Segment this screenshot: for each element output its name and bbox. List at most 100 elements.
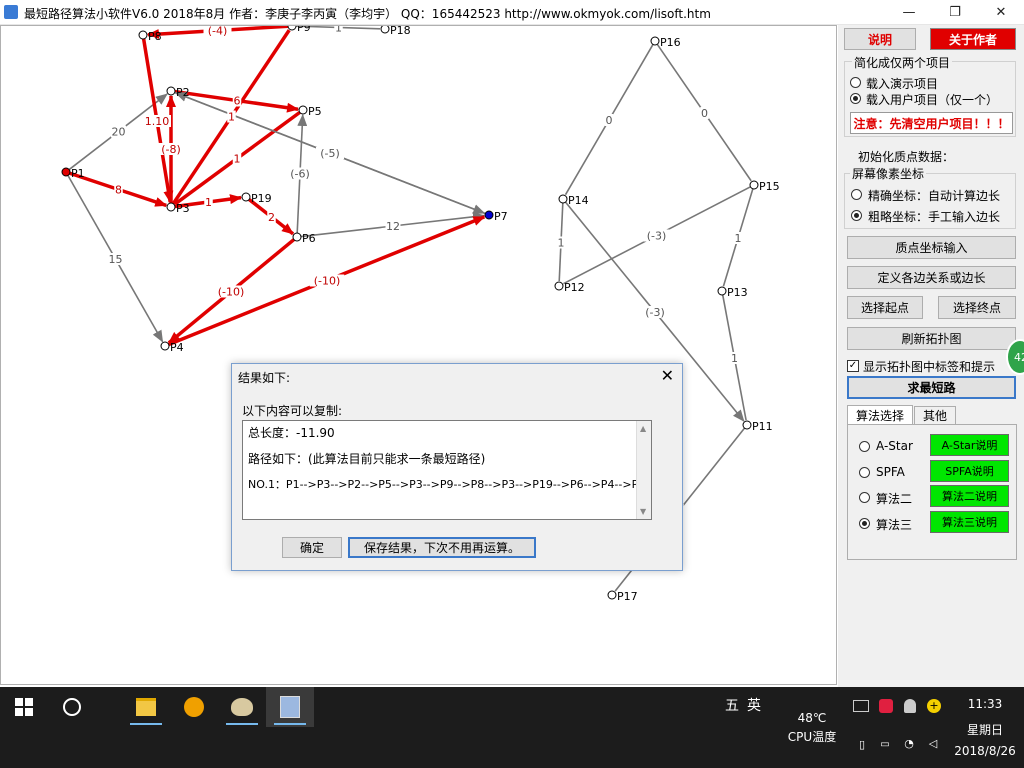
- node-P6[interactable]: [292, 232, 302, 242]
- scroll-up-icon[interactable]: ▲: [640, 424, 646, 433]
- node-P12[interactable]: [554, 281, 564, 291]
- ime-mode[interactable]: 五: [722, 695, 742, 715]
- select-end-button[interactable]: 选择终点: [938, 296, 1016, 319]
- tray-plus-icon[interactable]: +: [925, 697, 943, 715]
- tray-usb-icon[interactable]: ▯: [855, 737, 869, 751]
- tray-wifi-icon[interactable]: ◔: [900, 735, 918, 751]
- radio-astar[interactable]: [859, 441, 870, 452]
- edge-label-P3-P9: 1: [228, 111, 235, 124]
- edge-label-P6-P7: 12: [386, 220, 400, 233]
- node-label-P4: P4: [170, 341, 184, 354]
- define-edges-button[interactable]: 定义各边关系或边长: [847, 266, 1016, 289]
- about-author-button[interactable]: 关于作者: [930, 28, 1016, 50]
- node-label-P11: P11: [752, 420, 773, 433]
- node-P1[interactable]: [61, 167, 71, 177]
- ime-language[interactable]: 英: [744, 695, 764, 715]
- taskbar-uc-app[interactable]: [170, 687, 218, 727]
- radio-algo-3-label: 算法三: [876, 518, 913, 532]
- clock-time[interactable]: 11:33: [950, 697, 1020, 711]
- node-P7[interactable]: [484, 210, 494, 220]
- node-label-P14: P14: [568, 194, 589, 207]
- tray-red-app-icon[interactable]: [877, 697, 895, 715]
- node-P14[interactable]: [558, 194, 568, 204]
- edge-label-P9-P18: 1: [335, 26, 342, 35]
- notification-badge[interactable]: 42: [1006, 339, 1024, 375]
- edge-label-P19-P6: 2: [268, 211, 275, 224]
- node-P5[interactable]: [298, 105, 308, 115]
- tray-mail-icon[interactable]: [852, 699, 870, 713]
- coord-input-button[interactable]: 质点坐标输入: [847, 236, 1016, 259]
- clock-weekday[interactable]: 星期日: [950, 721, 1020, 738]
- save-result-button[interactable]: 保存结果，下次不用再运算。: [348, 537, 536, 558]
- minimize-button[interactable]: —: [886, 0, 932, 24]
- edge-label-P16-P14: 0: [606, 114, 613, 127]
- restore-button[interactable]: ❐: [932, 0, 978, 24]
- radio-algo-2[interactable]: [859, 492, 870, 503]
- dialog-close-icon[interactable]: ✕: [661, 366, 674, 385]
- node-P4[interactable]: [160, 341, 170, 351]
- taskbar-paint-app[interactable]: [218, 687, 266, 727]
- radio-precise[interactable]: [851, 189, 862, 200]
- help-button[interactable]: 说明: [844, 28, 916, 50]
- node-P13[interactable]: [717, 286, 727, 296]
- radio-spfa[interactable]: [859, 467, 870, 478]
- tray-battery-icon[interactable]: ▭: [876, 737, 894, 751]
- edge-label-P13-P11: 1: [731, 352, 738, 365]
- edge-label-P3-P2: (-8): [161, 143, 181, 156]
- node-P19[interactable]: [241, 192, 251, 202]
- node-P9[interactable]: [287, 26, 297, 31]
- node-P18[interactable]: [380, 26, 390, 34]
- paint-palette-icon: [231, 698, 253, 716]
- show-labels-checkbox[interactable]: ✓: [847, 360, 859, 372]
- tray-volume-icon[interactable]: ◁: [924, 735, 942, 751]
- edge-label-P14-P12: 1: [558, 237, 565, 250]
- search-circle-icon: [63, 698, 81, 716]
- spfa-help-button[interactable]: SPFA说明: [930, 460, 1009, 482]
- algo-2-help-button[interactable]: 算法二说明: [930, 485, 1009, 507]
- radio-demo[interactable]: [850, 77, 861, 88]
- select-start-button[interactable]: 选择起点: [847, 296, 923, 319]
- tab-algorithm[interactable]: 算法选择: [847, 405, 913, 425]
- topology-canvas[interactable]: 20158(-8)1.10611(-4)112(-6)1210(-5)(-10)…: [0, 25, 837, 685]
- clock-date[interactable]: 2018/8/26: [950, 744, 1020, 758]
- radio-rough-label: 粗略坐标：手工输入边长: [868, 210, 1001, 224]
- edge-label-P8-P3: 1.10: [145, 115, 170, 128]
- solve-shortest-path-button[interactable]: 求最短路: [847, 376, 1016, 399]
- total-length: 总长度：-11.90: [248, 426, 335, 440]
- algo-3-help-button[interactable]: 算法三说明: [930, 511, 1009, 533]
- tab-other[interactable]: 其他: [914, 406, 956, 425]
- radio-algo-3[interactable]: [859, 518, 870, 529]
- radio-user[interactable]: [850, 93, 861, 104]
- search-button[interactable]: [48, 687, 96, 727]
- taskbar-shortest-path-app[interactable]: [266, 687, 314, 727]
- taskbar-file-explorer[interactable]: [122, 687, 170, 727]
- windows-icon: [15, 698, 33, 716]
- simplify-group-title: 简化成仅两个项目: [852, 54, 953, 71]
- control-panel: 说明 关于作者 简化成仅两个项目 载入演示项目 载入用户项目（仅一个） 注意：先…: [838, 25, 1024, 687]
- edge-label-P1-P2: 20: [112, 126, 126, 139]
- radio-spfa-label: SPFA: [876, 465, 905, 479]
- close-button[interactable]: ✕: [978, 0, 1024, 24]
- scroll-down-icon[interactable]: ▼: [640, 507, 646, 516]
- tray-user-icon[interactable]: [901, 697, 919, 715]
- astar-help-button[interactable]: A-Star说明: [930, 434, 1009, 456]
- node-P2[interactable]: [166, 86, 176, 96]
- node-P3[interactable]: [166, 202, 176, 212]
- ok-button[interactable]: 确定: [282, 537, 342, 558]
- node-P11[interactable]: [742, 420, 752, 430]
- node-P8[interactable]: [138, 30, 148, 40]
- edge-label-P2-P5: 6: [234, 95, 241, 108]
- dialog-title: 结果如下:: [238, 371, 291, 385]
- node-P17[interactable]: [607, 590, 617, 600]
- refresh-topology-button[interactable]: 刷新拓扑图: [847, 327, 1016, 350]
- node-P16[interactable]: [650, 36, 660, 46]
- node-P15[interactable]: [749, 180, 759, 190]
- node-label-P8: P8: [148, 30, 162, 43]
- result-textbox[interactable]: 总长度：-11.90 路径如下：(此算法目前只能求一条最短路径) NO.1：P1…: [242, 420, 652, 520]
- node-label-P15: P15: [759, 180, 780, 193]
- radio-rough[interactable]: [851, 210, 862, 221]
- node-label-P17: P17: [617, 590, 638, 603]
- textbox-scrollbar[interactable]: ▲ ▼: [636, 421, 651, 519]
- node-label-P2: P2: [176, 86, 190, 99]
- start-button[interactable]: [0, 687, 48, 727]
